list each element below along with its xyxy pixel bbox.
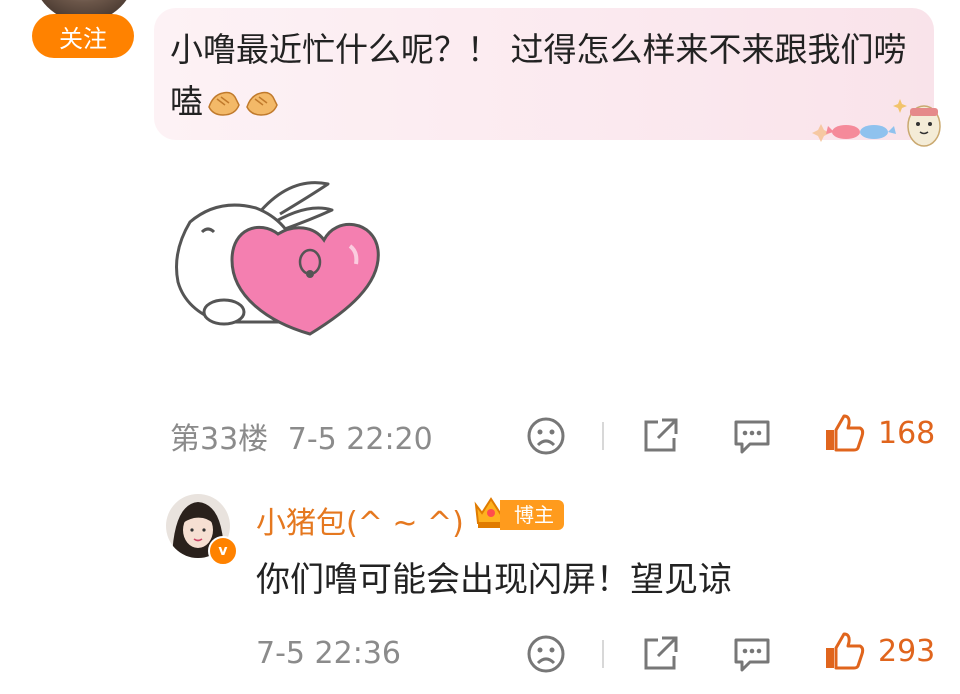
sad-face-icon[interactable] — [524, 632, 568, 676]
share-icon[interactable] — [638, 632, 682, 676]
follow-button[interactable]: 关注 — [32, 14, 134, 58]
blogger-label: 博主 — [500, 500, 564, 530]
reply-username[interactable]: 小猪包(^ ~ ^) — [256, 498, 464, 542]
sad-face-icon[interactable] — [524, 414, 568, 458]
verified-badge-icon: v — [208, 536, 238, 566]
like-count: 168 — [878, 416, 936, 451]
thumbs-up-icon[interactable] — [822, 630, 866, 674]
reply-text: 你们噜可能会出现闪屏！望见谅 — [256, 560, 732, 600]
thumbs-up-icon[interactable] — [822, 412, 866, 456]
clapping-hands-icon — [205, 82, 281, 134]
floor-number: 第33楼 — [170, 422, 269, 457]
comment-body: 小噜最近忙什么呢？！ 过得怎么样来不来跟我们唠嗑 — [170, 24, 910, 134]
comment-floor-time: 第33楼 7-5 22:20 — [170, 414, 433, 458]
like-count: 293 — [878, 634, 936, 669]
comment-icon[interactable] — [730, 632, 774, 676]
share-icon[interactable] — [638, 414, 682, 458]
action-divider — [602, 640, 604, 668]
reply-time: 7-5 22:36 — [256, 636, 401, 671]
comment-icon[interactable] — [730, 414, 774, 458]
bubble-decoration-icon — [812, 94, 942, 154]
blogger-badge: 博主 — [472, 497, 564, 533]
comment-time: 7-5 22:20 — [287, 422, 433, 457]
action-divider — [602, 422, 604, 450]
heart-bunny-sticker[interactable] — [160, 162, 390, 381]
